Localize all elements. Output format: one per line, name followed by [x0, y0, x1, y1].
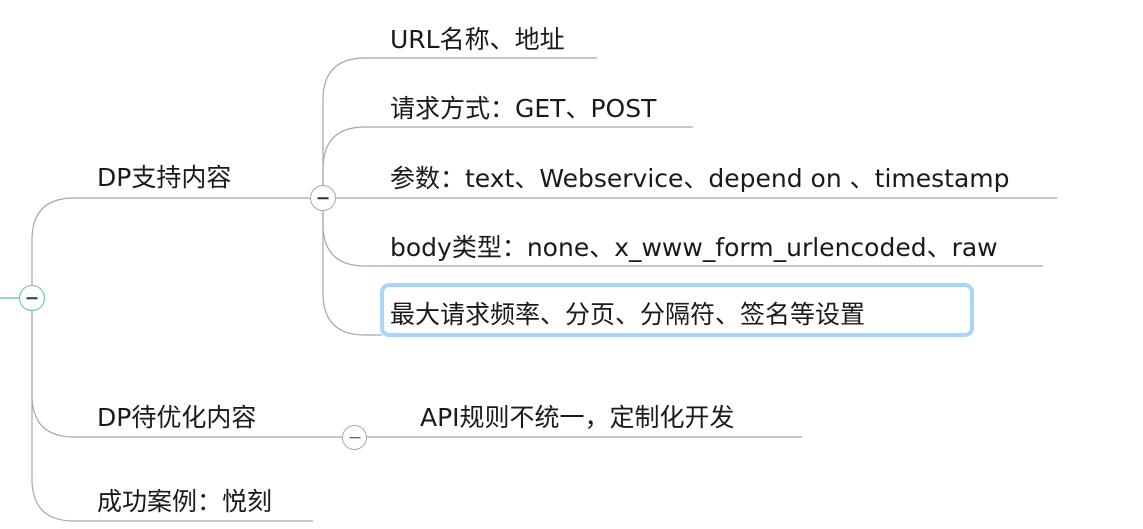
connector-lines: [0, 57, 1057, 522]
connector-settings: [322, 210, 382, 336]
topic-settings[interactable]: 最大请求频率、分页、分隔符、签名等设置: [390, 300, 865, 330]
topic-success-case[interactable]: 成功案例：悦刻: [97, 487, 272, 517]
topic-dp-optimize[interactable]: DP待优化内容: [97, 403, 256, 433]
topic-url[interactable]: URL名称、地址: [390, 25, 565, 55]
topic-dp-support[interactable]: DP支持内容: [97, 163, 231, 193]
topic-body-type[interactable]: body类型：none、x_www_form_urlencoded、raw: [390, 233, 998, 263]
topic-api-rules[interactable]: API规则不统一，定制化开发: [420, 403, 735, 433]
dp-support-collapse-toggle[interactable]: [310, 185, 336, 211]
topic-request-method[interactable]: 请求方式：GET、POST: [390, 94, 656, 124]
topic-params[interactable]: 参数：text、Webservice、depend on 、timestamp: [390, 164, 1010, 194]
dp-optimize-collapse-toggle[interactable]: [342, 425, 367, 450]
root-collapse-toggle[interactable]: [19, 285, 45, 311]
connector-dp-support: [31, 197, 310, 285]
